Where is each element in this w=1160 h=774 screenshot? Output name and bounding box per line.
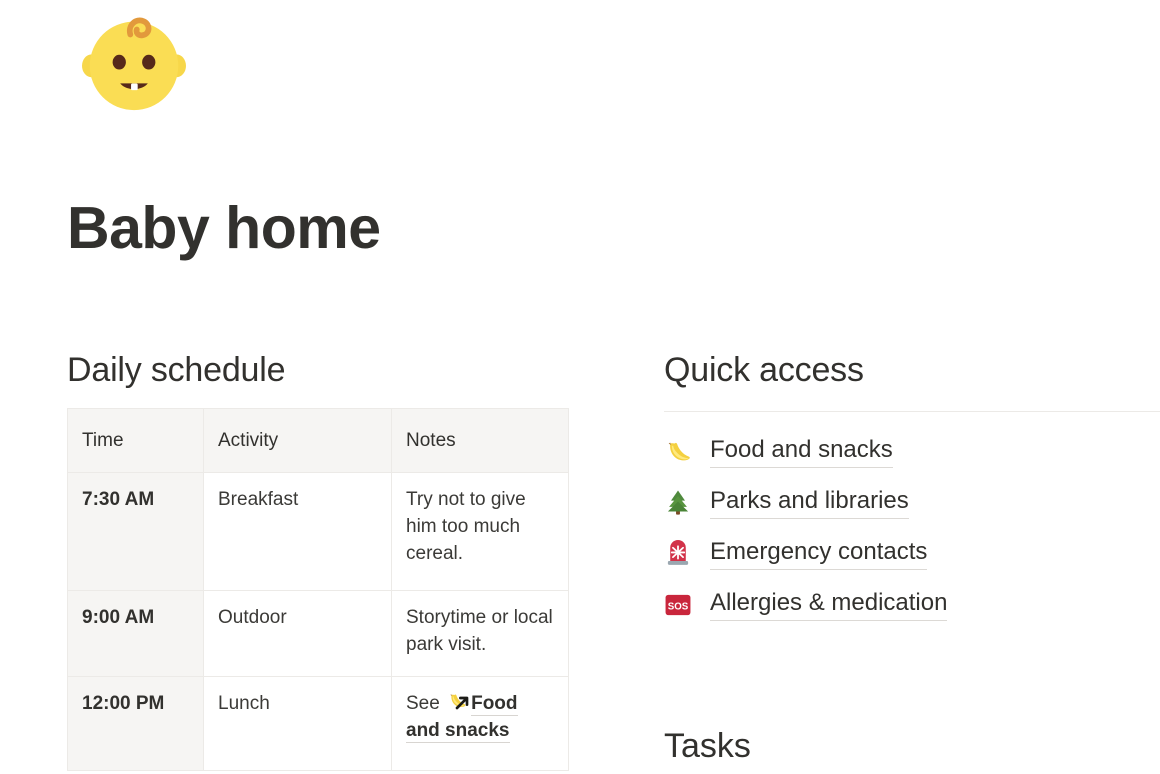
cell-notes: Try not to give him too much cereal. <box>391 472 569 592</box>
cell-notes-prefix: See <box>406 693 446 715</box>
column-header-time: Time <box>67 408 204 474</box>
banana-emoji <box>664 437 702 467</box>
cell-notes: See Food and snacks <box>391 676 569 772</box>
table-header: Time Activity Notes <box>67 408 569 474</box>
cell-activity: Breakfast <box>203 472 392 592</box>
sos-button-emoji: SOS <box>664 590 702 620</box>
daily-schedule-heading: Daily schedule <box>67 351 286 389</box>
quick-access-item-label: Emergency contacts <box>710 537 928 571</box>
quick-access-item-allergies-and-medication[interactable]: SOS Allergies & medication <box>664 579 1160 630</box>
quick-access-section: Quick access Food and snacks Parks and l… <box>664 350 1160 630</box>
quick-access-item-label: Parks and libraries <box>710 486 909 520</box>
tasks-heading: Tasks <box>664 727 751 765</box>
quick-access-item-label: Allergies & medication <box>710 588 948 622</box>
schedule-table-wrapper: Time Activity Notes 7:30 AM Breakfast Tr… <box>67 408 577 772</box>
cell-notes: Storytime or local park visit. <box>391 590 569 678</box>
quick-access-list: Food and snacks Parks and libraries Emer… <box>664 426 1160 630</box>
quick-access-item-food-and-snacks[interactable]: Food and snacks <box>664 426 1160 477</box>
daily-schedule-section: Daily schedule Time Activity Notes 7:30 … <box>67 350 577 772</box>
table-row: 12:00 PM Lunch See Food and snacks <box>67 676 569 772</box>
banana-emoji <box>447 691 469 711</box>
evergreen-tree-emoji <box>664 488 702 518</box>
quick-access-item-parks-and-libraries[interactable]: Parks and libraries <box>664 477 1160 528</box>
cell-time: 7:30 AM <box>67 472 204 592</box>
quick-access-item-label: Food and snacks <box>710 435 893 469</box>
cell-time: 12:00 PM <box>67 676 204 772</box>
baby-emoji <box>72 2 196 126</box>
table-row: 7:30 AM Breakfast Try not to give him to… <box>67 472 569 592</box>
column-header-notes: Notes <box>391 408 569 474</box>
external-link-arrow-icon <box>455 697 469 710</box>
table-row: 9:00 AM Outdoor Storytime or local park … <box>67 590 569 678</box>
page-title: Baby home <box>67 195 381 261</box>
svg-text:SOS: SOS <box>668 601 689 612</box>
page-root: Baby home Daily schedule Time Activity N… <box>0 0 1160 774</box>
table-body: 7:30 AM Breakfast Try not to give him to… <box>67 472 569 772</box>
cell-activity: Lunch <box>203 676 392 772</box>
quick-access-item-emergency-contacts[interactable]: Emergency contacts <box>664 528 1160 579</box>
rotating-light-emoji <box>664 539 702 569</box>
daily-schedule-table: Time Activity Notes 7:30 AM Breakfast Tr… <box>67 408 569 772</box>
quick-access-heading: Quick access <box>664 351 864 389</box>
cell-activity: Outdoor <box>203 590 392 678</box>
cell-time: 9:00 AM <box>67 590 204 678</box>
quick-access-divider <box>664 411 1160 413</box>
column-header-activity: Activity <box>203 408 392 474</box>
table-header-row: Time Activity Notes <box>67 408 569 474</box>
